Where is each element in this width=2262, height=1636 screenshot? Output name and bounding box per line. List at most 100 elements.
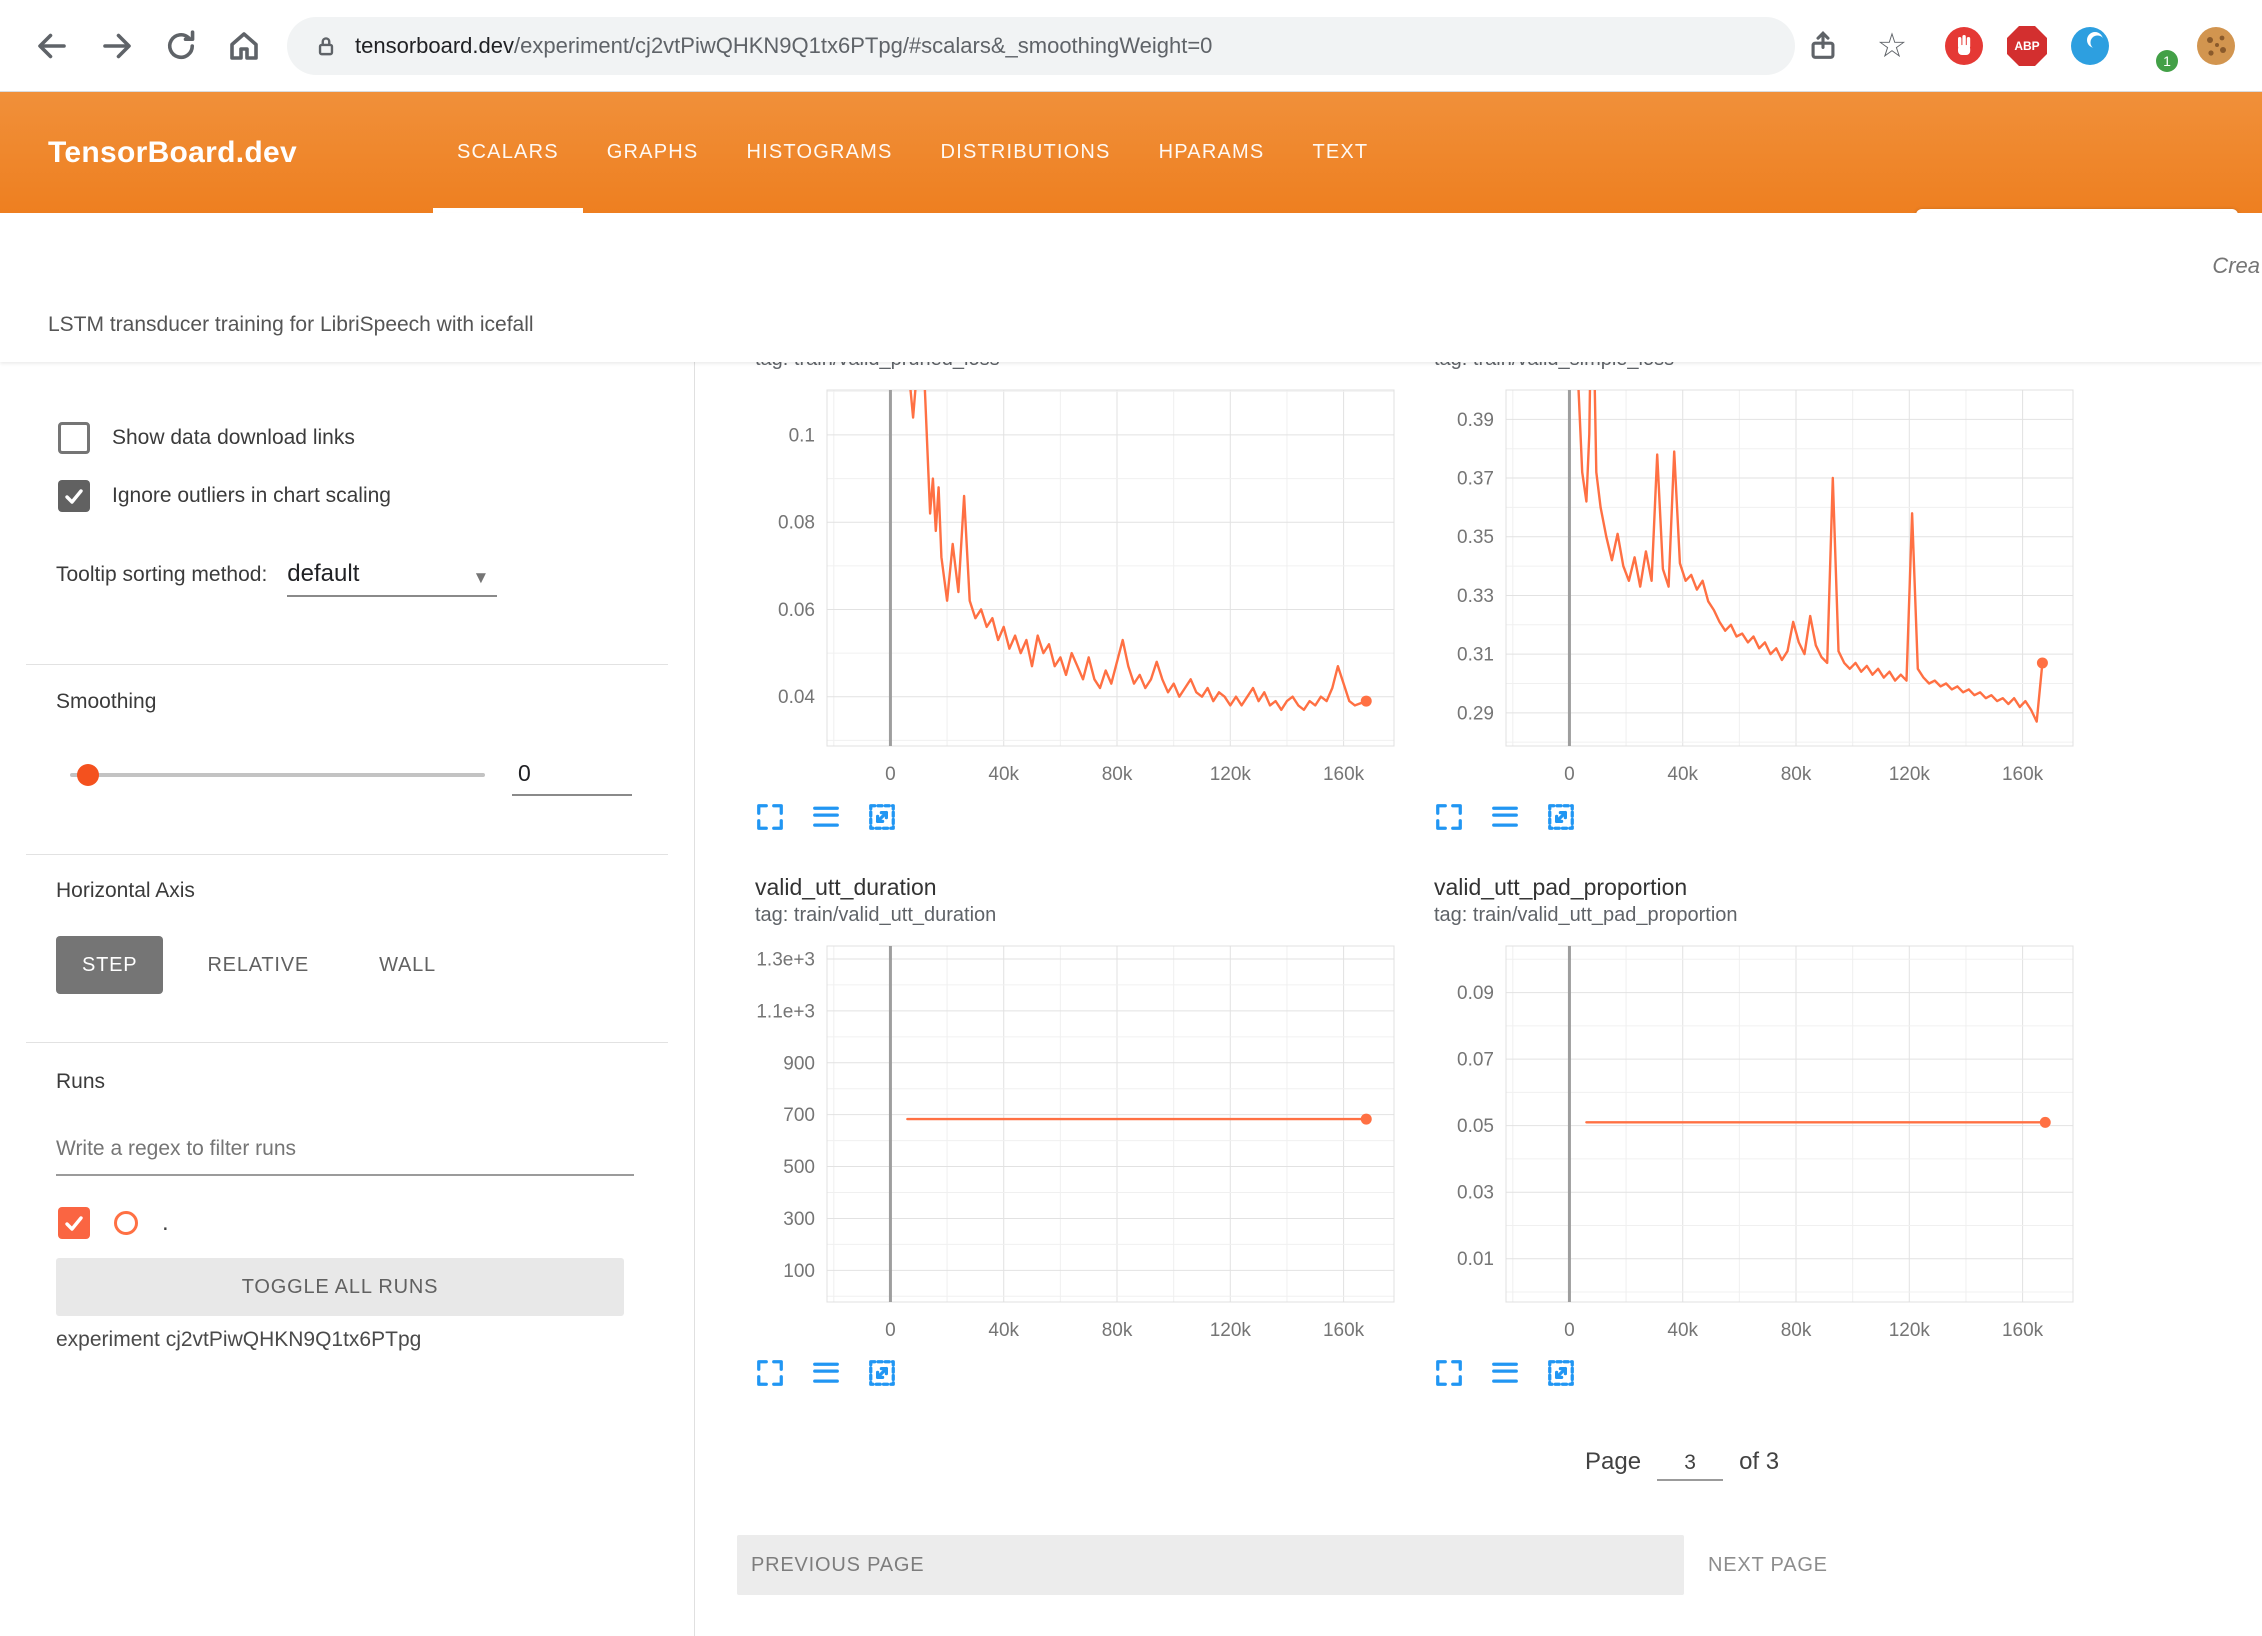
page-of-label: of 3 bbox=[1739, 1448, 1779, 1476]
pagination: Page of 3 bbox=[755, 1448, 2262, 1481]
main-nav: SCALARS GRAPHS HISTOGRAMS DISTRIBUTIONS … bbox=[433, 92, 1392, 213]
tab-distributions[interactable]: DISTRIBUTIONS bbox=[917, 92, 1135, 213]
svg-text:0.35: 0.35 bbox=[1457, 527, 1494, 548]
log-scale-icon[interactable] bbox=[811, 800, 845, 834]
pie-extension-icon[interactable]: 1 bbox=[2132, 26, 2172, 66]
svg-text:0.09: 0.09 bbox=[1457, 983, 1494, 1004]
chart-card-1: valid_simple_loss tag: train/valid_simpl… bbox=[1434, 362, 2083, 834]
page-number-input[interactable] bbox=[1657, 1451, 1723, 1481]
chart-title: valid_utt_pad_proportion bbox=[1434, 872, 2083, 902]
back-icon[interactable] bbox=[34, 28, 70, 64]
fit-domain-icon[interactable] bbox=[1546, 800, 1580, 834]
extension-badge: 1 bbox=[2156, 50, 2178, 72]
ignore-outliers-row: Ignore outliers in chart scaling bbox=[58, 480, 391, 512]
app-header: TensorBoard.dev SCALARS GRAPHS HISTOGRAM… bbox=[0, 92, 2262, 213]
blue-extension-icon[interactable] bbox=[2070, 26, 2110, 66]
tab-scalars[interactable]: SCALARS bbox=[433, 92, 583, 213]
ignore-outliers-checkbox[interactable] bbox=[58, 480, 90, 512]
tab-graphs[interactable]: GRAPHS bbox=[583, 92, 723, 213]
runs-filter-input[interactable] bbox=[56, 1124, 634, 1176]
scalar-line-chart[interactable]: 0.010.030.050.070.09040k80k120k160k bbox=[1434, 938, 2083, 1348]
adblock-extension-icon[interactable] bbox=[1944, 26, 1984, 66]
app-brand: TensorBoard.dev bbox=[48, 92, 297, 213]
share-icon[interactable] bbox=[1806, 26, 1846, 66]
svg-text:40k: 40k bbox=[1667, 1320, 1698, 1341]
chart-tag: tag: train/valid_pruned_loss bbox=[755, 362, 1404, 372]
expand-chart-icon[interactable] bbox=[755, 800, 789, 834]
show-download-label: Show data download links bbox=[112, 426, 355, 450]
toggle-all-runs-button[interactable]: TOGGLE ALL RUNS bbox=[56, 1258, 624, 1316]
svg-text:0.04: 0.04 bbox=[778, 687, 815, 708]
reload-icon[interactable] bbox=[163, 28, 199, 64]
run-checkbox[interactable] bbox=[58, 1207, 90, 1239]
svg-text:40k: 40k bbox=[988, 1320, 1019, 1341]
tab-histograms[interactable]: HISTOGRAMS bbox=[722, 92, 916, 213]
expand-chart-icon[interactable] bbox=[1434, 1356, 1468, 1390]
svg-text:0: 0 bbox=[1564, 1320, 1575, 1341]
axis-relative-button[interactable]: RELATIVE bbox=[181, 936, 335, 994]
bookmark-star-icon[interactable]: ☆ bbox=[1872, 26, 1912, 66]
svg-text:120k: 120k bbox=[1210, 764, 1252, 785]
smoothing-slider-thumb[interactable] bbox=[77, 764, 99, 786]
svg-text:0: 0 bbox=[885, 1320, 896, 1341]
fit-domain-icon[interactable] bbox=[867, 800, 901, 834]
svg-text:300: 300 bbox=[783, 1209, 815, 1230]
svg-text:0: 0 bbox=[1564, 764, 1575, 785]
scalar-line-chart[interactable]: 1003005007009001.1e+31.3e+3040k80k120k16… bbox=[755, 938, 1404, 1348]
run-name: . bbox=[162, 1209, 169, 1237]
tab-hparams[interactable]: HPARAMS bbox=[1135, 92, 1289, 213]
tab-text[interactable]: TEXT bbox=[1288, 92, 1392, 213]
runs-label: Runs bbox=[56, 1070, 105, 1094]
svg-text:1.3e+3: 1.3e+3 bbox=[756, 949, 815, 970]
chart-actions bbox=[755, 1356, 1404, 1390]
svg-text:80k: 80k bbox=[1102, 764, 1133, 785]
tooltip-sorting-label: Tooltip sorting method: bbox=[56, 563, 267, 587]
lock-icon bbox=[313, 33, 339, 59]
svg-text:900: 900 bbox=[783, 1053, 815, 1074]
abp-extension-icon[interactable]: ABP bbox=[2007, 26, 2047, 66]
smoothing-slider-track[interactable] bbox=[70, 773, 485, 777]
next-page-button[interactable]: NEXT PAGE bbox=[1708, 1554, 1828, 1577]
svg-text:700: 700 bbox=[783, 1105, 815, 1126]
divider bbox=[26, 854, 668, 855]
fit-domain-icon[interactable] bbox=[1546, 1356, 1580, 1390]
svg-text:120k: 120k bbox=[1889, 1320, 1931, 1341]
smoothing-label: Smoothing bbox=[56, 690, 156, 714]
chart-card-0: valid_pruned_loss tag: train/valid_prune… bbox=[755, 362, 1404, 834]
home-icon[interactable] bbox=[226, 28, 262, 64]
svg-text:0.31: 0.31 bbox=[1457, 645, 1494, 666]
tooltip-sorting-dropdown[interactable]: default ▼ bbox=[287, 560, 497, 597]
svg-text:500: 500 bbox=[783, 1157, 815, 1178]
svg-text:120k: 120k bbox=[1210, 1320, 1252, 1341]
show-download-checkbox[interactable] bbox=[58, 422, 90, 454]
smoothing-value-input[interactable] bbox=[512, 752, 632, 796]
svg-text:0.06: 0.06 bbox=[778, 600, 815, 621]
expand-chart-icon[interactable] bbox=[1434, 800, 1468, 834]
expand-chart-icon[interactable] bbox=[755, 1356, 789, 1390]
svg-text:80k: 80k bbox=[1781, 1320, 1812, 1341]
forward-icon[interactable] bbox=[99, 28, 135, 64]
chart-actions bbox=[1434, 800, 2083, 834]
log-scale-icon[interactable] bbox=[1490, 1356, 1524, 1390]
scalar-line-chart[interactable]: 0.040.060.080.1040k80k120k160k bbox=[755, 382, 1404, 792]
experiment-id-text: experiment cj2vtPiwQHKN9Q1tx6PTpg bbox=[56, 1328, 421, 1352]
cookie-extension-icon[interactable] bbox=[2196, 26, 2236, 66]
chart-title: valid_utt_duration bbox=[755, 872, 1404, 902]
horizontal-axis-buttons: STEP RELATIVE WALL bbox=[56, 936, 462, 994]
axis-step-button[interactable]: STEP bbox=[56, 936, 163, 994]
log-scale-icon[interactable] bbox=[1490, 800, 1524, 834]
log-scale-icon[interactable] bbox=[811, 1356, 845, 1390]
axis-wall-button[interactable]: WALL bbox=[353, 936, 462, 994]
fit-domain-icon[interactable] bbox=[867, 1356, 901, 1390]
scalar-line-chart[interactable]: 0.290.310.330.350.370.39040k80k120k160k bbox=[1434, 382, 2083, 792]
charts-grid: valid_pruned_loss tag: train/valid_prune… bbox=[755, 362, 2083, 1390]
previous-page-button[interactable]: PREVIOUS PAGE bbox=[737, 1535, 1684, 1595]
page-label: Page bbox=[1585, 1448, 1641, 1476]
address-bar[interactable]: tensorboard.dev/experiment/cj2vtPiwQHKN9… bbox=[287, 17, 1795, 75]
browser-chrome: tensorboard.dev/experiment/cj2vtPiwQHKN9… bbox=[0, 0, 2262, 92]
ignore-outliers-label: Ignore outliers in chart scaling bbox=[112, 484, 391, 508]
svg-text:40k: 40k bbox=[1667, 764, 1698, 785]
star-glyph: ☆ bbox=[1877, 27, 1907, 65]
run-color-swatch bbox=[114, 1211, 138, 1235]
settings-sidebar: Show data download links Ignore outliers… bbox=[0, 362, 695, 1636]
